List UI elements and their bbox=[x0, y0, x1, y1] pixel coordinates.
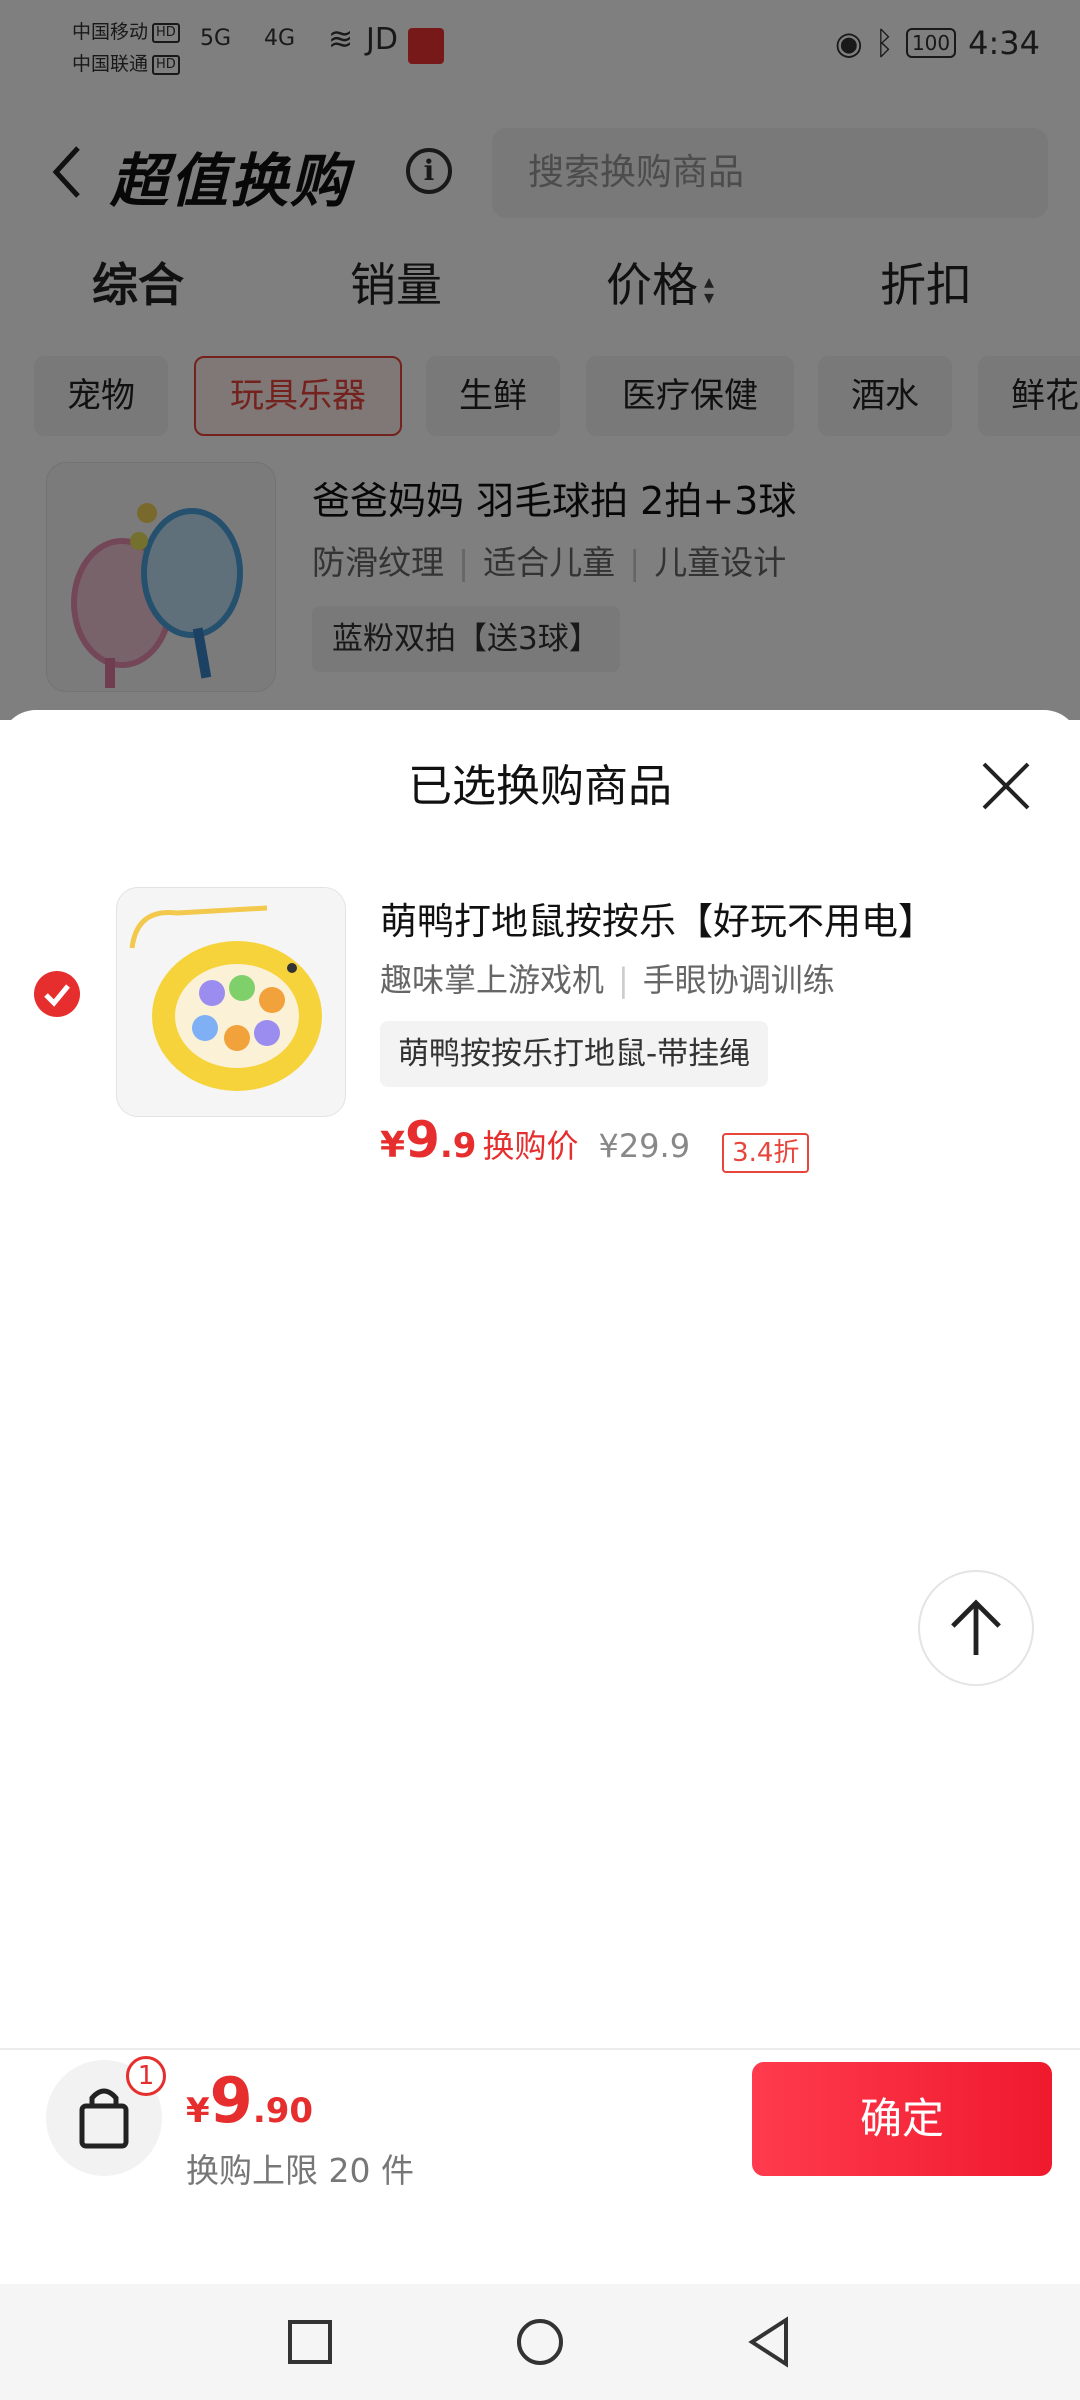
price-integer: 9 bbox=[405, 1111, 440, 1169]
item-title: 萌鸭打地鼠按按乐【好玩不用电】 bbox=[380, 900, 935, 943]
discount-badge: 3.4折 bbox=[722, 1132, 810, 1173]
close-icon[interactable] bbox=[978, 758, 1034, 814]
confirm-button[interactable]: 确定 bbox=[752, 2062, 1052, 2176]
cart-count-badge: 1 bbox=[126, 2056, 166, 2096]
modal-overlay[interactable] bbox=[0, 0, 1080, 720]
home-icon[interactable] bbox=[512, 2314, 568, 2370]
checkbox-checked-icon[interactable] bbox=[34, 971, 80, 1017]
sheet-title: 已选换购商品 bbox=[408, 761, 672, 812]
original-price: ¥29.9 bbox=[598, 1127, 691, 1165]
item-image[interactable] bbox=[116, 887, 346, 1117]
price-symbol: ¥ bbox=[380, 1125, 406, 1166]
total-price: ¥9.90 bbox=[186, 2064, 314, 2137]
price-label: 换购价 bbox=[482, 1127, 579, 1165]
recent-apps-icon[interactable] bbox=[282, 2314, 338, 2370]
item-tags: 趣味掌上游戏机 | 手眼协调训练 bbox=[380, 961, 835, 999]
item-price-row: ¥9.9 换购价 ¥29.9 3.4折 bbox=[380, 1111, 810, 1181]
back-nav-icon[interactable] bbox=[742, 2314, 798, 2370]
purchase-limit-text: 换购上限 20 件 bbox=[186, 2151, 414, 2190]
system-nav-bar bbox=[0, 2284, 1080, 2400]
bottom-bar: 1 ¥9.90 换购上限 20 件 确定 bbox=[0, 2050, 1080, 2285]
price-decimal: .9 bbox=[439, 1126, 477, 1166]
scroll-to-top-button[interactable] bbox=[918, 1570, 1034, 1686]
item-spec-chip[interactable]: 萌鸭按按乐打地鼠-带挂绳 bbox=[380, 1021, 769, 1087]
selected-item: 萌鸭打地鼠按按乐【好玩不用电】 趣味掌上游戏机 | 手眼协调训练 萌鸭按按乐打地鼠-… bbox=[0, 875, 1080, 1205]
